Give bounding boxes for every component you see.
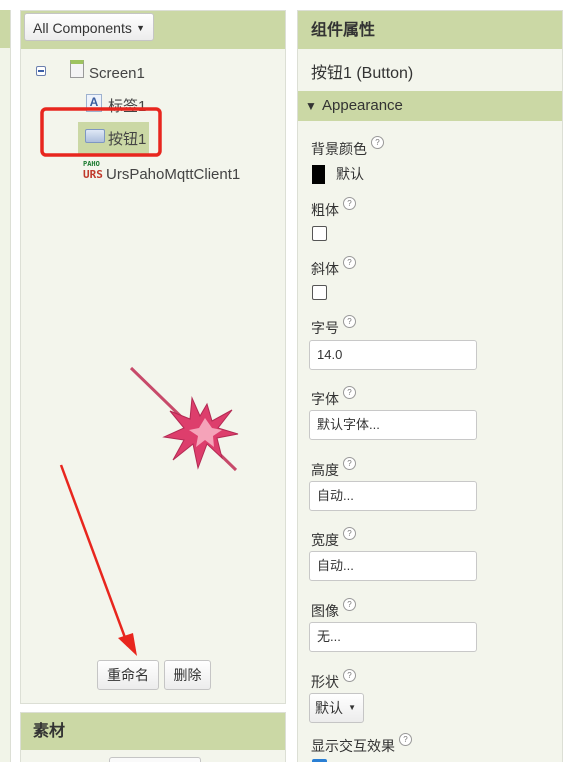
width-label: 宽度? [311,527,356,549]
font-italic-checkbox[interactable] [312,285,327,300]
tree-item-screen1[interactable]: Screen1 [89,62,145,86]
shape-select[interactable]: 默认 ▼ [309,693,364,723]
viewer-panel-header [0,10,10,48]
font-size-input[interactable]: 14.0 [309,340,477,370]
viewer-panel-edge [0,10,11,762]
height-text: 高度 [311,462,339,478]
shape-value: 默认 [315,700,343,716]
help-icon[interactable]: ? [343,315,356,328]
help-icon[interactable]: ? [343,457,356,470]
all-components-dropdown[interactable]: All Components ▼ [24,13,154,41]
app-inventor-designer: All Components ▼ Screen1 A 标签1 按钮1 PAHO … [0,0,574,762]
paho-mqtt-icon: PAHO URS [83,161,103,183]
help-icon[interactable]: ? [343,386,356,399]
properties-panel: 组件属性 按钮1 (Button) ▼ Appearance 背景颜色? 默认 … [297,10,563,762]
help-icon[interactable]: ? [371,136,384,149]
font-bold-label: 粗体? [311,197,356,219]
help-icon[interactable]: ? [343,527,356,540]
font-typeface-field[interactable]: 默认字体... [309,410,477,440]
help-icon[interactable]: ? [399,733,412,746]
components-panel-header: All Components ▼ [21,11,285,49]
font-italic-label: 斜体? [311,256,356,278]
help-icon[interactable]: ? [343,256,356,269]
button-icon [85,129,105,143]
shape-label: 形状? [311,669,356,691]
font-bold-checkbox[interactable] [312,226,327,241]
font-italic-text: 斜体 [311,261,339,277]
help-icon[interactable]: ? [343,197,356,210]
tree-item-mqtt-client[interactable]: UrsPahoMqttClient1 [106,163,240,187]
selected-component-name: 按钮1 (Button) [311,65,414,82]
delete-button[interactable]: 删除 [164,660,211,690]
chevron-down-icon: ▼ [136,23,145,33]
urs-icon-text: URS [83,168,103,181]
all-components-label: All Components [33,20,132,36]
width-field[interactable]: 自动... [309,551,477,581]
help-icon[interactable]: ? [343,669,356,682]
triangle-down-icon: ▼ [305,99,317,113]
components-panel: All Components ▼ Screen1 A 标签1 按钮1 PAHO … [20,10,286,704]
appearance-section-label: Appearance [322,97,403,114]
image-text: 图像 [311,603,339,619]
help-icon[interactable]: ? [343,598,356,611]
font-bold-text: 粗体 [311,202,339,218]
chevron-down-icon: ▼ [348,703,356,712]
appearance-section-header[interactable]: ▼ Appearance [298,91,562,121]
paho-icon-text: PAHO [83,160,100,168]
image-field[interactable]: 无... [309,622,477,652]
tree-item-label1[interactable]: 标签1 [108,95,146,119]
media-panel: 素材 [20,712,286,762]
show-feedback-label: 显示交互效果? [311,733,412,755]
upload-button[interactable] [109,757,201,762]
color-swatch[interactable] [312,165,325,184]
font-typeface-text: 字体 [311,391,339,407]
width-text: 宽度 [311,532,339,548]
tree-item-button1[interactable]: 按钮1 [108,128,146,152]
image-label: 图像? [311,598,356,620]
media-panel-title: 素材 [21,713,285,750]
collapse-icon[interactable] [36,66,46,76]
label-icon: A [86,94,102,112]
height-label: 高度? [311,457,356,479]
shape-text: 形状 [311,674,339,690]
font-size-text: 字号 [311,320,339,336]
rename-button[interactable]: 重命名 [97,660,159,690]
screen-icon [70,60,84,78]
background-color-value[interactable]: 默认 [336,165,364,184]
height-field[interactable]: 自动... [309,481,477,511]
font-size-label: 字号? [311,315,356,337]
background-color-label: 背景颜色? [311,136,384,158]
properties-panel-title: 组件属性 [298,11,562,49]
background-color-text: 背景颜色 [311,141,367,157]
font-typeface-label: 字体? [311,386,356,408]
show-feedback-text: 显示交互效果 [311,738,395,754]
